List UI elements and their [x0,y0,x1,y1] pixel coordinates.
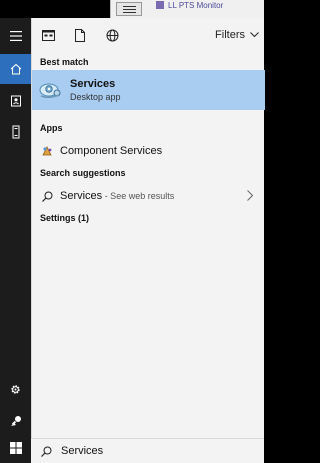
component-services-icon [34,145,60,157]
best-match-subtitle: Desktop app [70,92,121,102]
contact-card-icon [10,95,21,107]
best-match-heading: Best match [40,57,89,67]
web-filter-button[interactable] [96,18,128,52]
search-results-panel: Filters Best match Services Desktop app … [31,18,265,463]
best-match-title: Services [70,78,116,90]
windows-start-icon [9,442,22,454]
app-result-label: Component Services [60,145,163,157]
search-box[interactable] [31,438,264,463]
notebook-button[interactable] [0,86,31,116]
app-icon [156,1,164,9]
filters-label: Filters [215,29,245,41]
gear-icon [11,384,20,394]
chevron-right-icon [247,190,253,201]
documents-filter-icon [75,28,85,42]
feedback-icon [10,416,21,426]
search-icon [35,446,57,457]
home-button[interactable] [0,54,31,84]
filters-dropdown[interactable]: Filters [215,18,259,52]
search-input[interactable] [61,441,231,461]
hamburger-button[interactable] [0,21,31,51]
suggestion-label: Services [60,190,103,202]
search-icon [34,191,60,202]
app-result-component-services[interactable]: Component Services [32,140,265,162]
chevron-down-icon [250,32,259,38]
start-button[interactable] [0,433,31,463]
web-filter-icon [106,29,118,41]
devices-button[interactable] [0,117,31,147]
search-suggestions-heading: Search suggestions [40,168,126,178]
background-window-title: LL PTS Monitor [156,1,223,10]
filter-toolbar: Filters [32,18,265,52]
best-match-result[interactable]: Services Desktop app [32,70,265,110]
web-suggestion-result[interactable]: Services - See web results [32,185,265,207]
apps-heading: Apps [40,123,63,133]
apps-filter-button[interactable] [32,18,64,52]
documents-filter-button[interactable] [64,18,96,52]
background-menu-button[interactable] [116,2,142,16]
feedback-button[interactable] [0,406,31,436]
home-icon [10,63,21,75]
settings-heading[interactable]: Settings (1) [40,213,89,223]
services-app-icon [34,70,68,110]
hamburger-icon [9,31,22,41]
settings-button[interactable] [0,374,31,404]
suggestion-suffix: - See web results [102,191,175,201]
start-left-rail [0,18,31,463]
tower-device-icon [12,125,19,139]
apps-filter-icon [41,29,55,41]
